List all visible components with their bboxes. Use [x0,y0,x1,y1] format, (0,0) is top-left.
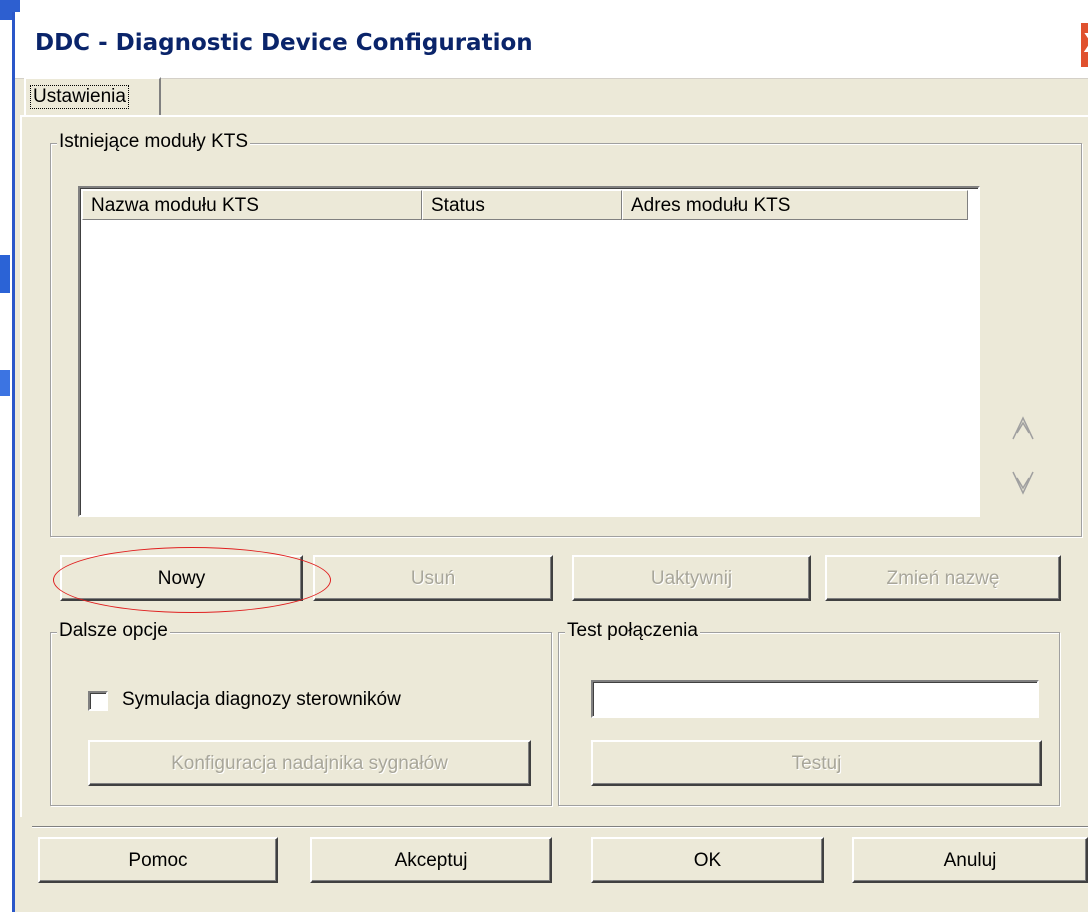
rename-button[interactable]: Zmień nazwę [825,555,1061,601]
delete-button[interactable]: Usuń [313,555,553,601]
options-group-label: Dalsze opcje [57,620,170,642]
background-fragment [0,255,10,293]
cancel-button[interactable]: Anuluj [852,837,1088,883]
modules-list[interactable]: Nazwa modułu KTS Status Adres modułu KTS [78,186,980,517]
background-fragment [0,370,10,396]
new-button[interactable]: Nowy [60,555,303,601]
column-header-address[interactable]: Adres modułu KTS [622,190,968,220]
tab-ustawienia[interactable]: Ustawienia [24,77,161,117]
column-header-status[interactable]: Status [422,190,622,220]
column-header-name[interactable]: Nazwa modułu KTS [82,190,422,220]
simulation-checkbox-label[interactable]: Symulacja diagnozy sterowników [122,689,401,711]
close-icon[interactable]: X [1080,22,1088,68]
tab-label: Ustawienia [30,85,129,109]
scroll-down-icon[interactable] [1008,470,1038,500]
help-button[interactable]: Pomoc [38,837,278,883]
connection-test-label: Test połączenia [565,620,700,642]
title-bar[interactable]: DDC - Diagnostic Device Configuration X [15,12,1088,79]
ok-button[interactable]: OK [591,837,824,883]
activate-button[interactable]: Uaktywnij [572,555,811,601]
scroll-up-icon[interactable] [1008,415,1038,445]
footer-separator [32,826,1088,828]
window-title: DDC - Diagnostic Device Configuration [35,30,533,56]
signal-config-button[interactable]: Konfiguracja nadajnika sygnałów [88,740,531,786]
simulation-checkbox[interactable] [88,691,108,711]
modules-group-label: Istniejące moduły KTS [57,131,251,153]
connection-test-field[interactable] [591,680,1039,718]
modules-list-header: Nazwa modułu KTS Status Adres modułu KTS [82,190,978,222]
accept-button[interactable]: Akceptuj [310,837,552,883]
test-button[interactable]: Testuj [591,740,1042,786]
